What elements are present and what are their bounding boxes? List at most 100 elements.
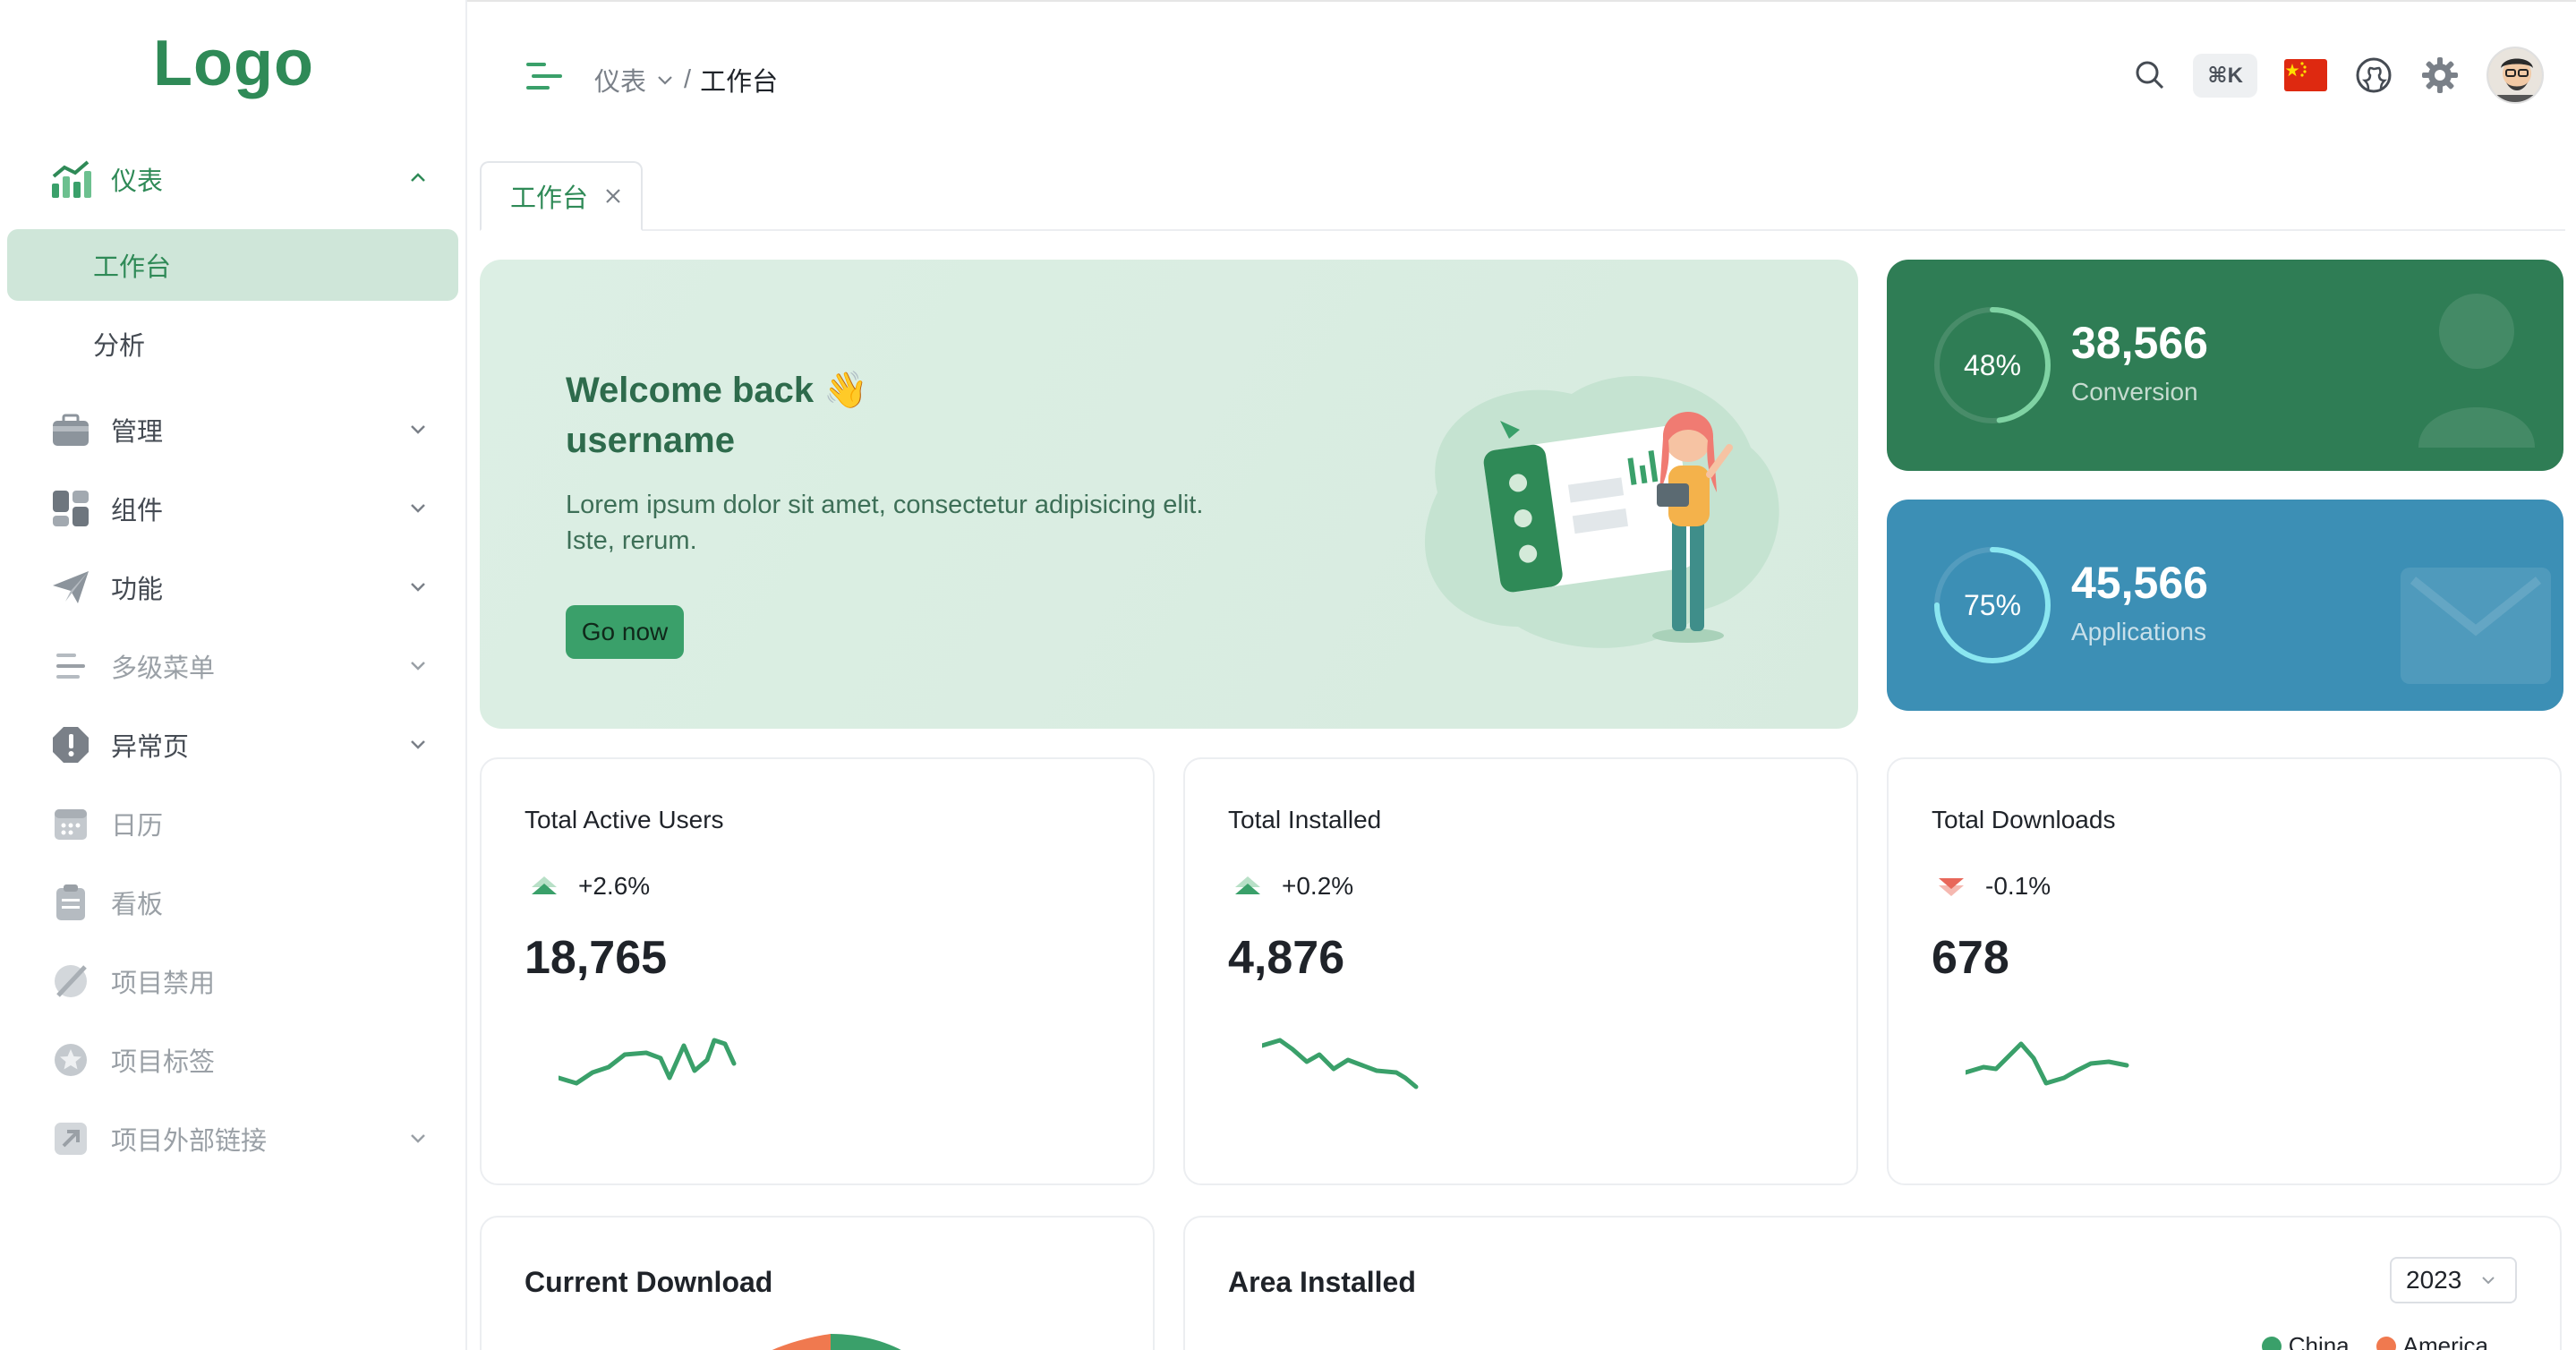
sidebar-item-features[interactable]: 功能 [0,551,467,623]
applications-card: 75% 45,566 Applications [1887,500,2563,711]
sidebar-item-label: 项目外部链接 [111,1127,268,1156]
sidebar-item-label: 管理 [111,418,164,447]
sidebar-item-label: 功能 [111,576,164,604]
chevron-down-icon [411,1134,425,1143]
welcome-banner: Welcome back 👋 username Lorem ipsum dolo… [480,260,1858,729]
card-title: Current Download [525,1266,773,1298]
breadcrumb-current: 工作台 [700,68,779,97]
applications-label: Applications [2071,618,2206,645]
tab-bar: 工作台 [480,161,2565,231]
avatar[interactable] [2486,47,2544,104]
china-flag-icon[interactable] [2284,59,2327,91]
year-select[interactable]: 2023 [2390,1257,2517,1303]
breadcrumb: 仪表 / 工作台 [594,61,778,98]
gear-icon[interactable] [2420,56,2460,95]
logo[interactable]: Logo [0,27,467,100]
conversion-percent: 48% [1963,348,2022,381]
sidebar-item-kanban[interactable]: 看板 [0,867,467,938]
legend-item-china[interactable]: China [2261,1332,2350,1350]
sidebar-item-label: 分析 [93,332,146,361]
header-actions: ⌘K [2134,47,2544,104]
external-link-icon [50,1118,91,1159]
applications-percent: 75% [1963,588,2022,621]
chart-icon [50,158,91,200]
close-icon[interactable] [604,187,622,205]
sidebar-item-label: 项目禁用 [111,970,216,998]
sidebar-item-components[interactable]: 组件 [0,473,467,544]
welcome-text: Lorem ipsum dolor sit amet, consectetur … [566,491,1204,555]
sidebar-item-external-link[interactable]: 项目外部链接 [0,1103,467,1175]
applications-value: 45,566 [2071,558,2208,608]
github-icon[interactable] [2354,56,2393,95]
top-header: 仪表 / 工作台 ⌘K [469,2,2576,145]
legend-label: China [2288,1332,2350,1350]
kpi-trend: +0.2% [1233,872,1353,901]
sidebar-item-label: 日历 [111,812,164,841]
clipboard-icon [50,882,91,923]
legend-label: America [2402,1332,2488,1350]
welcome-username: username [566,421,735,460]
sidebar-item-calendar[interactable]: 日历 [0,788,467,859]
sparkline [559,1038,737,1086]
sidebar-item-label: 项目标签 [111,1048,216,1077]
chevron-down-icon [411,504,425,513]
kpi-title: Total Downloads [1932,806,2116,833]
kpi-card-installed: Total Installed +0.2% 4,876 [1183,757,1858,1185]
sidebar-item-badge[interactable]: 项目标签 [0,1024,467,1096]
trend-up-icon [1235,876,1260,894]
sidebar-item-analysis[interactable]: 分析 [0,308,467,380]
breadcrumb-separator: / [684,64,692,94]
breadcrumb-parent[interactable]: 仪表 [594,61,646,98]
multilevel-menu-icon [50,645,91,687]
kpi-value: 18,765 [525,932,668,984]
card-title: Area Installed [1228,1266,1416,1298]
sidebar-item-workbench[interactable]: 工作台 [7,229,458,301]
welcome-title: Welcome back 👋 username [566,365,868,466]
welcome-title-line1: Welcome back 👋 [566,371,869,410]
sidebar-item-disabled[interactable]: 项目禁用 [0,945,467,1017]
legend-dot [2376,1336,2396,1350]
sidebar-item-label: 多级菜单 [111,654,216,683]
kpi-card-downloads: Total Downloads -0.1% 678 [1887,757,2562,1185]
conversion-card: 48% 38,566 Conversion [1887,260,2563,471]
kpi-trend: +2.6% [530,872,650,901]
chevron-down-icon[interactable] [655,70,675,90]
mail-icon [2401,568,2551,684]
kpi-value: 678 [1932,932,2009,984]
sidebar-item-label: 仪表 [111,167,164,196]
kpi-trend-value: +2.6% [578,872,651,900]
conversion-value: 38,566 [2071,318,2208,368]
tab-workbench[interactable]: 工作台 [480,161,643,231]
sidebar-item-error-pages[interactable]: 异常页 [0,709,467,781]
sparkline [1966,1041,2129,1086]
tab-label: 工作台 [510,184,589,213]
star-badge-icon [50,1039,91,1081]
kpi-trend-value: +0.2% [1282,872,1354,900]
alert-icon [50,724,91,765]
user-icon [2418,294,2535,448]
calendar-icon [50,803,91,844]
sidebar-item-label: 看板 [111,891,164,919]
donut-chart [772,1334,901,1350]
disabled-icon [50,961,91,1002]
sidebar-item-label: 异常页 [111,733,190,762]
go-now-button[interactable]: Go now [566,605,684,659]
legend-dot [2261,1336,2282,1350]
chart-legend: China America [2261,1332,2488,1350]
kpi-card-active-users: Total Active Users +2.6% 18,765 [480,757,1155,1185]
sidebar-item-dashboard[interactable]: 仪表 [0,143,467,215]
sidebar-item-manage[interactable]: 管理 [0,394,467,466]
sidebar-item-multilevel[interactable]: 多级菜单 [0,630,467,702]
kpi-value: 4,876 [1228,932,1345,984]
paper-plane-icon [50,567,91,608]
sparkline [1262,1038,1419,1089]
kpi-trend: -0.1% [1937,872,2051,901]
chevron-down-icon [2482,1277,2495,1285]
shortcut-badge[interactable]: ⌘K [2193,53,2257,98]
briefcase-icon [50,409,91,450]
menu-toggle-icon[interactable] [526,61,562,91]
kpi-title: Total Installed [1228,806,1382,833]
legend-item-america[interactable]: America [2376,1332,2488,1350]
kpi-title: Total Active Users [525,806,724,833]
search-icon[interactable] [2134,59,2166,91]
